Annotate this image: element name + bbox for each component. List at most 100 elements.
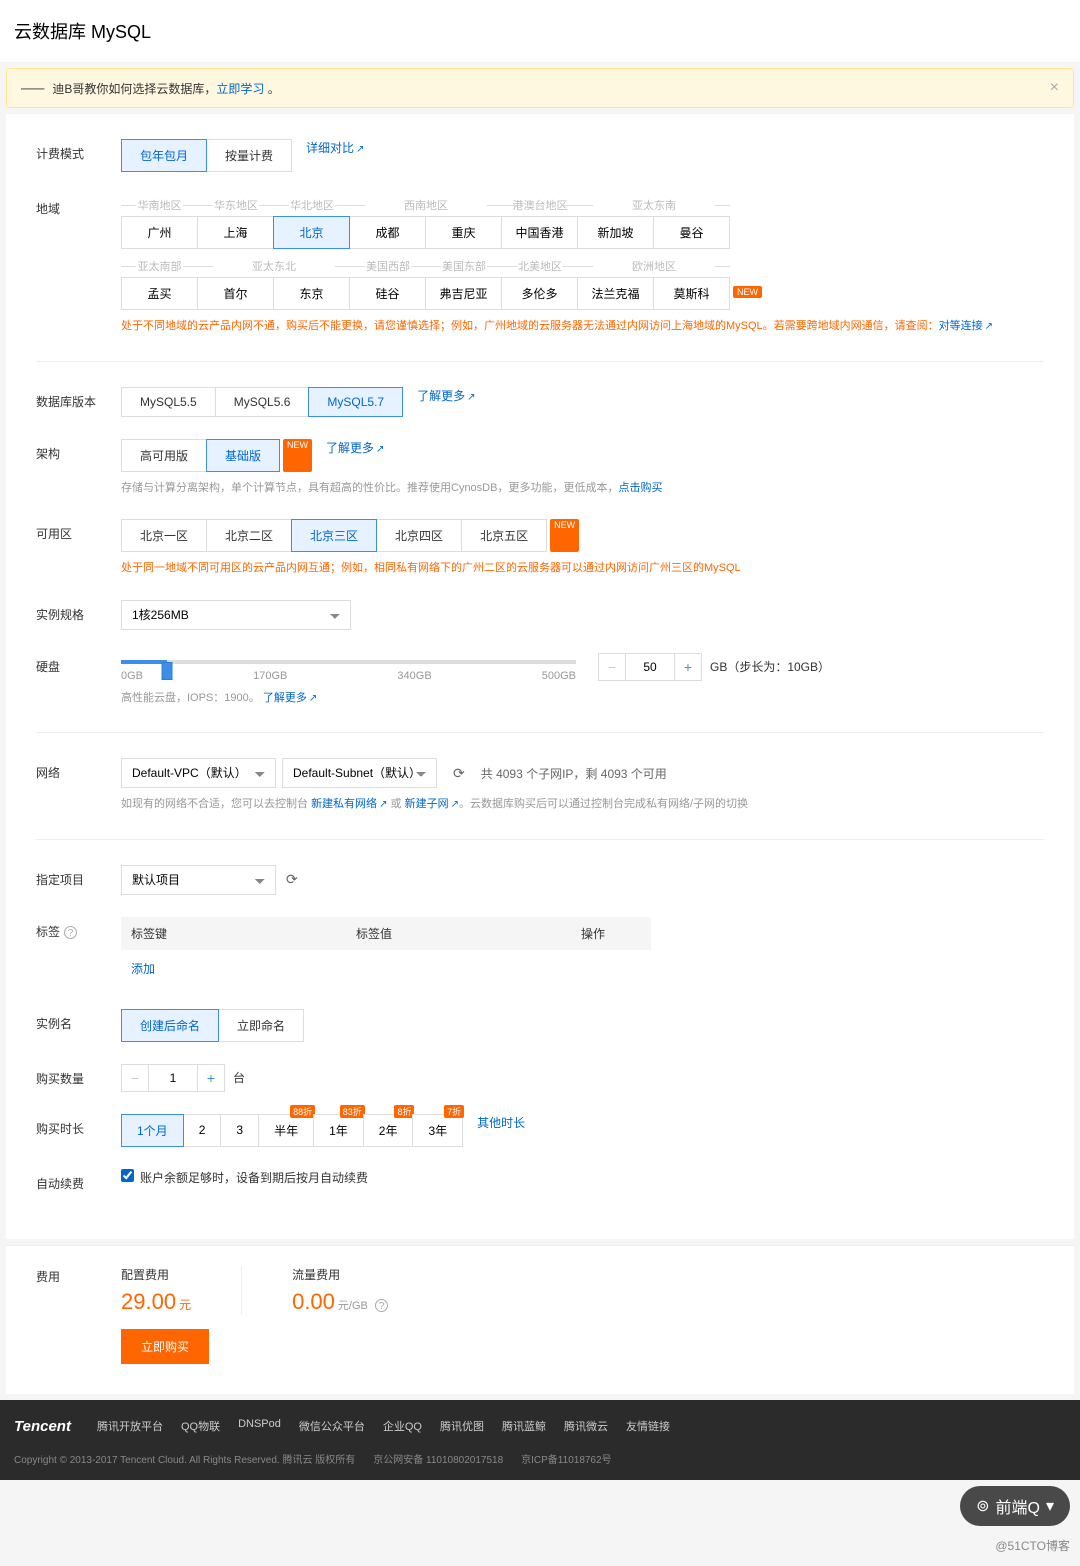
region-北京[interactable]: 北京 bbox=[273, 216, 350, 249]
help-icon[interactable]: ? bbox=[375, 1299, 388, 1312]
region-曼谷[interactable]: 曼谷 bbox=[653, 216, 730, 249]
region-硅谷[interactable]: 硅谷 bbox=[349, 277, 426, 310]
external-icon: ↗ bbox=[467, 392, 475, 403]
project-select[interactable]: 默认项目 bbox=[121, 865, 276, 895]
region-广州[interactable]: 广州 bbox=[121, 216, 198, 249]
external-icon: ↗ bbox=[309, 693, 317, 704]
label-qty: 购买数量 bbox=[36, 1064, 121, 1087]
zone-北京二区[interactable]: 北京二区 bbox=[206, 519, 292, 552]
peer-link[interactable]: 对等连接↗ bbox=[939, 320, 993, 332]
chevron-down-icon: ▾ bbox=[1046, 1496, 1054, 1516]
close-icon[interactable]: × bbox=[1050, 79, 1059, 97]
billing-prepaid[interactable]: 包年包月 bbox=[121, 139, 207, 172]
region-法兰克福[interactable]: 法兰克福 bbox=[577, 277, 654, 310]
col-key: 标签键 bbox=[131, 925, 356, 942]
alert-icon: — — bbox=[21, 81, 42, 95]
region-弗吉尼亚[interactable]: 弗吉尼亚 bbox=[425, 277, 502, 310]
refresh-icon[interactable]: ⟳ bbox=[453, 765, 465, 782]
wechat-icon: ⊚ bbox=[976, 1496, 989, 1516]
zone-北京四区[interactable]: 北京四区 bbox=[376, 519, 462, 552]
dbver-MySQL5.6[interactable]: MySQL5.6 bbox=[215, 387, 310, 417]
footer-link[interactable]: 腾讯微云 bbox=[564, 1418, 608, 1435]
new-subnet-link[interactable]: 新建子网↗ bbox=[405, 798, 459, 810]
tag-add[interactable]: 添加 bbox=[121, 950, 651, 987]
alert-link[interactable]: 立即学习 bbox=[216, 82, 264, 96]
dbver-MySQL5.5[interactable]: MySQL5.5 bbox=[121, 387, 216, 417]
vpc-select[interactable]: Default-VPC（默认） bbox=[121, 758, 276, 788]
label-disk: 硬盘 bbox=[36, 652, 121, 675]
new-badge: NEW bbox=[283, 439, 312, 472]
name-later[interactable]: 创建后命名 bbox=[121, 1009, 219, 1042]
subnet-select[interactable]: Default-Subnet（默认） bbox=[282, 758, 437, 788]
dbver-MySQL5.7[interactable]: MySQL5.7 bbox=[308, 387, 403, 417]
renew-checkbox-label[interactable]: 账户余额足够时，设备到期后按月自动续费 bbox=[121, 1171, 368, 1185]
arch-basic[interactable]: 基础版 bbox=[206, 439, 280, 472]
duration-1年[interactable]: 1年83折 bbox=[313, 1114, 364, 1147]
region-上海[interactable]: 上海 bbox=[197, 216, 274, 249]
disk-plus[interactable]: + bbox=[674, 653, 702, 681]
duration-2[interactable]: 2 bbox=[183, 1114, 222, 1147]
footer-link[interactable]: 企业QQ bbox=[383, 1418, 422, 1435]
slider-thumb[interactable] bbox=[161, 662, 172, 680]
qty-plus[interactable]: + bbox=[197, 1064, 225, 1092]
zone-北京一区[interactable]: 北京一区 bbox=[121, 519, 207, 552]
new-badge: NEW bbox=[550, 519, 579, 552]
arch-more[interactable]: 了解更多↗ bbox=[326, 439, 384, 472]
region-孟买[interactable]: 孟买 bbox=[121, 277, 198, 310]
footer-link[interactable]: DNSPod bbox=[238, 1418, 281, 1435]
duration-半年[interactable]: 半年88折 bbox=[258, 1114, 314, 1147]
icp1: 京公网安备 11010802017518 bbox=[373, 1451, 503, 1466]
buy-button[interactable]: 立即购买 bbox=[121, 1329, 209, 1364]
region-成都[interactable]: 成都 bbox=[349, 216, 426, 249]
disk-more[interactable]: 了解更多↗ bbox=[263, 692, 317, 704]
duration-2年[interactable]: 2年8折 bbox=[363, 1114, 414, 1147]
other-duration[interactable]: 其他时长 bbox=[477, 1114, 525, 1147]
qty-input[interactable] bbox=[149, 1064, 197, 1092]
footer-link[interactable]: 微信公众平台 bbox=[299, 1418, 365, 1435]
zone-北京三区[interactable]: 北京三区 bbox=[291, 519, 377, 552]
tick: 500GB bbox=[542, 670, 576, 682]
footer-link[interactable]: 腾讯蓝鲸 bbox=[502, 1418, 546, 1435]
region-新加坡[interactable]: 新加坡 bbox=[577, 216, 654, 249]
dbver-more[interactable]: 了解更多↗ bbox=[417, 387, 475, 417]
zone-北京五区[interactable]: 北京五区 bbox=[461, 519, 547, 552]
region-多伦多[interactable]: 多伦多 bbox=[501, 277, 578, 310]
arch-ha[interactable]: 高可用版 bbox=[121, 439, 207, 472]
discount-badge: 88折 bbox=[290, 1105, 315, 1118]
duration-3[interactable]: 3 bbox=[220, 1114, 259, 1147]
disk-slider[interactable] bbox=[121, 660, 576, 664]
duration-3年[interactable]: 3年7折 bbox=[412, 1114, 463, 1147]
float-widget[interactable]: ⊚ 前端Q ▾ bbox=[960, 1486, 1070, 1526]
copyright: Copyright © 2013-2017 Tencent Cloud. All… bbox=[14, 1451, 355, 1466]
renew-checkbox[interactable] bbox=[121, 1169, 134, 1182]
billing-postpaid[interactable]: 按量计费 bbox=[206, 139, 292, 172]
tick: 0GB bbox=[121, 670, 143, 682]
subnet-info: 共 4093 个子网IP，剩 4093 个可用 bbox=[481, 765, 667, 782]
footer-link[interactable]: 腾讯优图 bbox=[440, 1418, 484, 1435]
region-重庆[interactable]: 重庆 bbox=[425, 216, 502, 249]
label-project: 指定项目 bbox=[36, 865, 121, 888]
arch-buy-link[interactable]: 点击购买 bbox=[618, 482, 662, 494]
region-group-head: 欧洲地区 bbox=[578, 255, 730, 277]
billing-detail-link[interactable]: 详细对比↗ bbox=[306, 139, 364, 172]
region-中国香港[interactable]: 中国香港 bbox=[501, 216, 578, 249]
footer-link[interactable]: 友情链接 bbox=[626, 1418, 670, 1435]
region-莫斯科[interactable]: 莫斯科 bbox=[653, 277, 730, 310]
footer-link[interactable]: 腾讯开放平台 bbox=[97, 1418, 163, 1435]
duration-1个月[interactable]: 1个月 bbox=[121, 1114, 184, 1147]
spec-select[interactable]: 1核256MB bbox=[121, 600, 351, 630]
col-op: 操作 bbox=[581, 925, 641, 942]
new-vpc-link[interactable]: 新建私有网络↗ bbox=[311, 798, 387, 810]
help-icon[interactable]: ? bbox=[64, 926, 77, 939]
disk-input[interactable] bbox=[626, 653, 674, 681]
name-now[interactable]: 立即命名 bbox=[218, 1009, 304, 1042]
qty-minus[interactable]: − bbox=[121, 1064, 149, 1092]
external-icon: ↗ bbox=[985, 321, 993, 332]
refresh-icon[interactable]: ⟳ bbox=[286, 871, 298, 888]
tick: 170GB bbox=[253, 670, 287, 682]
region-东京[interactable]: 东京 bbox=[273, 277, 350, 310]
footer-link[interactable]: QQ物联 bbox=[181, 1418, 220, 1435]
region-group-head: 亚太东南 bbox=[578, 194, 730, 216]
disk-minus[interactable]: − bbox=[598, 653, 626, 681]
region-首尔[interactable]: 首尔 bbox=[197, 277, 274, 310]
